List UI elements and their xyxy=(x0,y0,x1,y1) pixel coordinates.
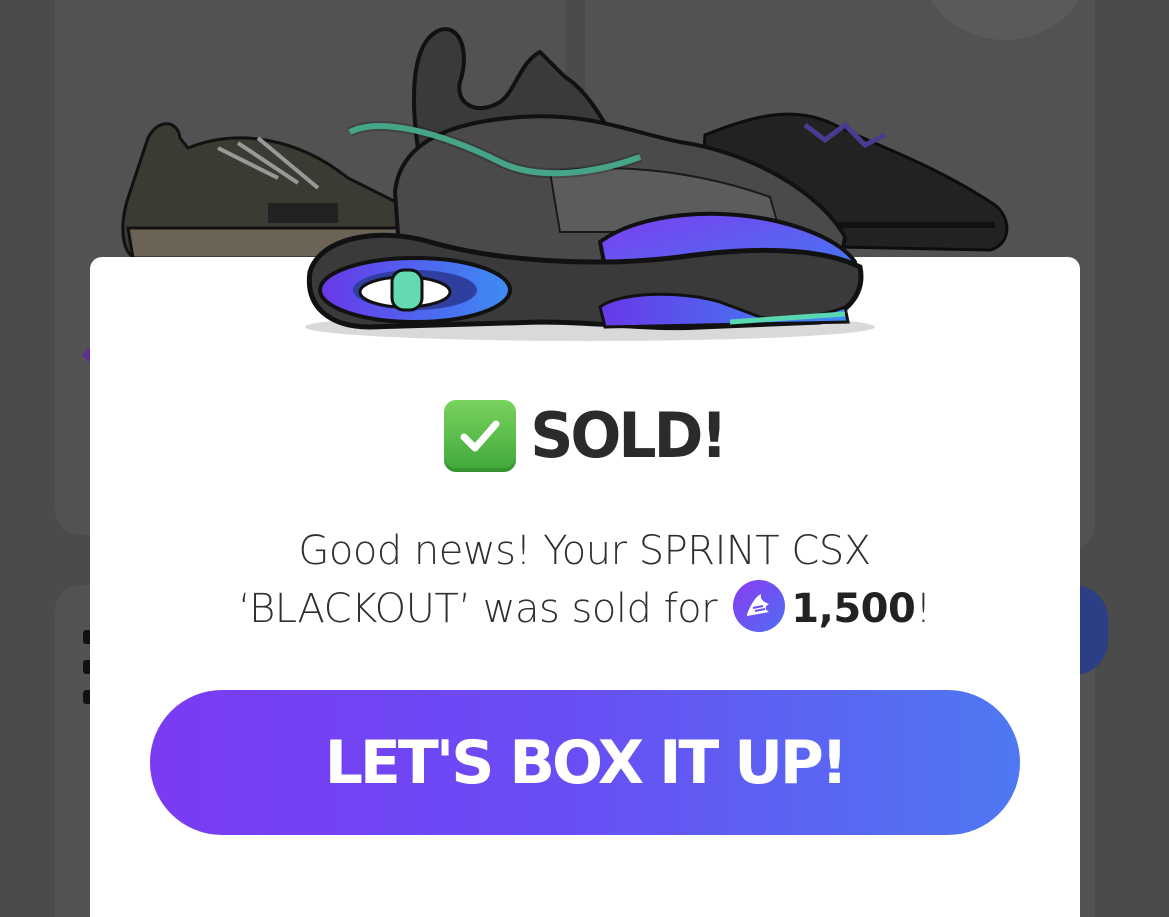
coin-icon xyxy=(733,580,786,632)
message-exclamation: ! xyxy=(915,586,931,632)
message-line-2-text: ‘BLACKOUT’ was sold for xyxy=(238,586,718,632)
box-it-up-button[interactable]: LET'S BOX IT UP! xyxy=(150,690,1020,835)
check-icon xyxy=(460,420,500,452)
sneaker-image xyxy=(305,27,875,341)
check-mark-button-icon xyxy=(444,400,517,472)
message-line-1: Good news! Your SPRINT CSX xyxy=(298,528,871,574)
dialog-title-row: SOLD! xyxy=(0,400,1169,472)
dialog-message: Good news! Your SPRINT CSX ‘BLACKOUT’ wa… xyxy=(0,522,1169,638)
message-line-2: ‘BLACKOUT’ was sold for 1,500! xyxy=(0,580,1169,638)
currency-glyph-icon xyxy=(747,594,770,616)
sale-amount: 1,500 xyxy=(791,586,916,632)
dialog-title: SOLD! xyxy=(530,399,728,473)
screen: SOLD! Good news! Your SPRINT CSX ‘BLACKO… xyxy=(0,0,1169,917)
